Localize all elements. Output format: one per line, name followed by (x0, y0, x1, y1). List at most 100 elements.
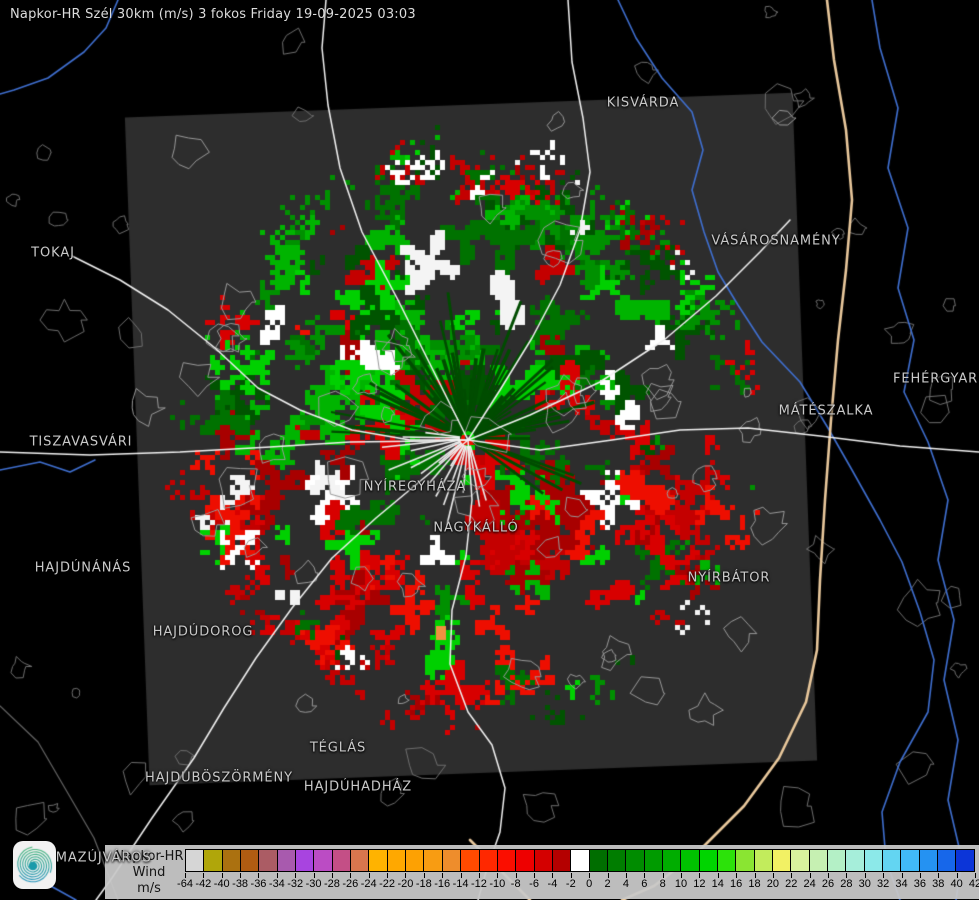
colorbar-swatch (461, 850, 480, 871)
colorbar-value: -2 (565, 878, 576, 890)
app-logo (13, 841, 56, 889)
colorbar-swatch (241, 850, 260, 871)
colorbar-swatch (406, 850, 425, 871)
colorbar-swatch (497, 850, 517, 871)
swirl-logo-icon (13, 841, 56, 889)
colorbar-value: -20 (397, 878, 414, 890)
colorbar-swatch (204, 850, 223, 871)
city-label: TÉGLÁS (309, 740, 367, 756)
colorbar-swatch (222, 850, 242, 871)
colorbar-swatch (332, 850, 352, 871)
city-label: NAGYKÁLLÓ (433, 520, 519, 536)
colorbar-value: -4 (547, 878, 558, 890)
colorbar-swatch (296, 850, 315, 871)
colorbar-swatch (442, 850, 462, 871)
colorbar-value: 16 (730, 878, 743, 890)
colorbar-value: -22 (379, 878, 396, 890)
colorbar-value: 34 (895, 878, 908, 890)
colorbar-value: 30 (858, 878, 871, 890)
colorbar-value: -28 (324, 878, 340, 890)
colorbar-swatch (552, 850, 572, 871)
colorbar-swatch (607, 850, 627, 871)
colorbar-value: 6 (641, 878, 648, 890)
colorbar-swatch (754, 850, 773, 871)
colorbar-swatch (864, 850, 884, 871)
colorbar-swatch (699, 850, 718, 871)
colorbar-value: 22 (785, 878, 798, 890)
city-label: HAJDÚNÁNÁS (34, 560, 132, 576)
colorbar-value: 42 (968, 878, 979, 890)
city-label: KISVÁRDA (606, 95, 680, 111)
colorbar-value: 36 (913, 878, 926, 890)
colorbar-value: -34 (268, 878, 285, 890)
colorbar-swatch (516, 850, 535, 871)
colorbar-swatch (846, 850, 865, 871)
colorbar-swatch (589, 850, 608, 871)
colorbar-value: -10 (489, 878, 506, 890)
colorbar-swatch (424, 850, 443, 871)
legend-panel: Napkor-HR Wind m/s -64 -42 -40 -38 -36 -34 -32… (105, 845, 979, 899)
city-label: HAJDÚBÖSZÖRMÉNY (145, 770, 293, 786)
colorbar-value: 28 (840, 878, 853, 890)
colorbar-value: 24 (803, 878, 816, 890)
colorbar-swatch (773, 850, 792, 871)
radar-title: Napkor-HR Szél 30km (m/s) 3 fokos Friday… (10, 7, 416, 22)
colorbar-swatch (479, 850, 498, 871)
colorbar-value: 4 (622, 878, 629, 890)
colorbar-value: -30 (305, 878, 322, 890)
colorbar-value: 12 (693, 878, 706, 890)
colorbar-value: 2 (604, 878, 611, 890)
colorbar-value: -42 (195, 878, 212, 890)
colorbar-value: 8 (659, 878, 666, 890)
colorbar-swatch (736, 850, 755, 871)
colorbar-value: -38 (232, 878, 249, 890)
legend-unit-label: m/s (137, 881, 161, 896)
colorbar-swatch (883, 850, 902, 871)
colorbar-value: -64 (177, 878, 193, 890)
colorbar-swatch (259, 850, 278, 871)
colorbar-value: -6 (529, 878, 539, 890)
colorbar-value: -16 (434, 878, 451, 890)
colorbar-swatch (956, 850, 974, 871)
colorbar-swatch (662, 850, 682, 871)
colorbar-swatch (626, 850, 645, 871)
colorbar-value: 26 (821, 878, 835, 890)
city-label: TOKAJ (31, 245, 75, 261)
colorbar-value: 20 (766, 878, 780, 890)
colorbar-value: -24 (360, 878, 377, 890)
radar-map-canvas (0, 0, 979, 900)
colorbar-value: 10 (674, 878, 688, 890)
colorbar-value: -32 (287, 878, 304, 890)
colorbar-value: -18 (415, 878, 432, 890)
colorbar-swatch (387, 850, 407, 871)
city-label: TISZAVASVÁRI (29, 434, 133, 450)
colorbar-swatch (828, 850, 847, 871)
colorbar-value: -36 (250, 878, 267, 890)
colorbar-value: 0 (586, 878, 593, 890)
colorbar-value: -14 (452, 878, 469, 890)
colorbar-value: 40 (950, 878, 963, 890)
colorbar-swatch (809, 850, 829, 871)
colorbar-value: -12 (471, 878, 487, 890)
colorbar-value: -40 (213, 878, 230, 890)
city-label: VÁSÁROSNAMÉNY (711, 233, 841, 249)
city-label: HAJDÚDOROG (152, 624, 254, 640)
colorbar-swatch (186, 850, 205, 871)
city-label: NYÍREGYHÁZA (363, 479, 467, 495)
colorbar-swatch (369, 850, 388, 871)
colorbar-value: -8 (510, 878, 521, 890)
colorbar-swatch (901, 850, 920, 871)
colorbar-swatch (351, 850, 370, 871)
colorbar-swatch (919, 850, 939, 871)
radar-viewer: Napkor-HR Szél 30km (m/s) 3 fokos Friday… (0, 0, 979, 900)
colorbar-swatch (938, 850, 957, 871)
colorbar-swatch (644, 850, 663, 871)
colorbar-value: 14 (711, 878, 724, 890)
colorbar-value: -26 (342, 878, 359, 890)
colorbar-swatch (571, 850, 590, 871)
colorbar-value: 32 (877, 878, 890, 890)
colorbar-swatch (681, 850, 700, 871)
city-label: NYÍRBÁTOR (687, 570, 771, 586)
colorbar-swatch (314, 850, 333, 871)
legend-colorbar (185, 849, 975, 872)
